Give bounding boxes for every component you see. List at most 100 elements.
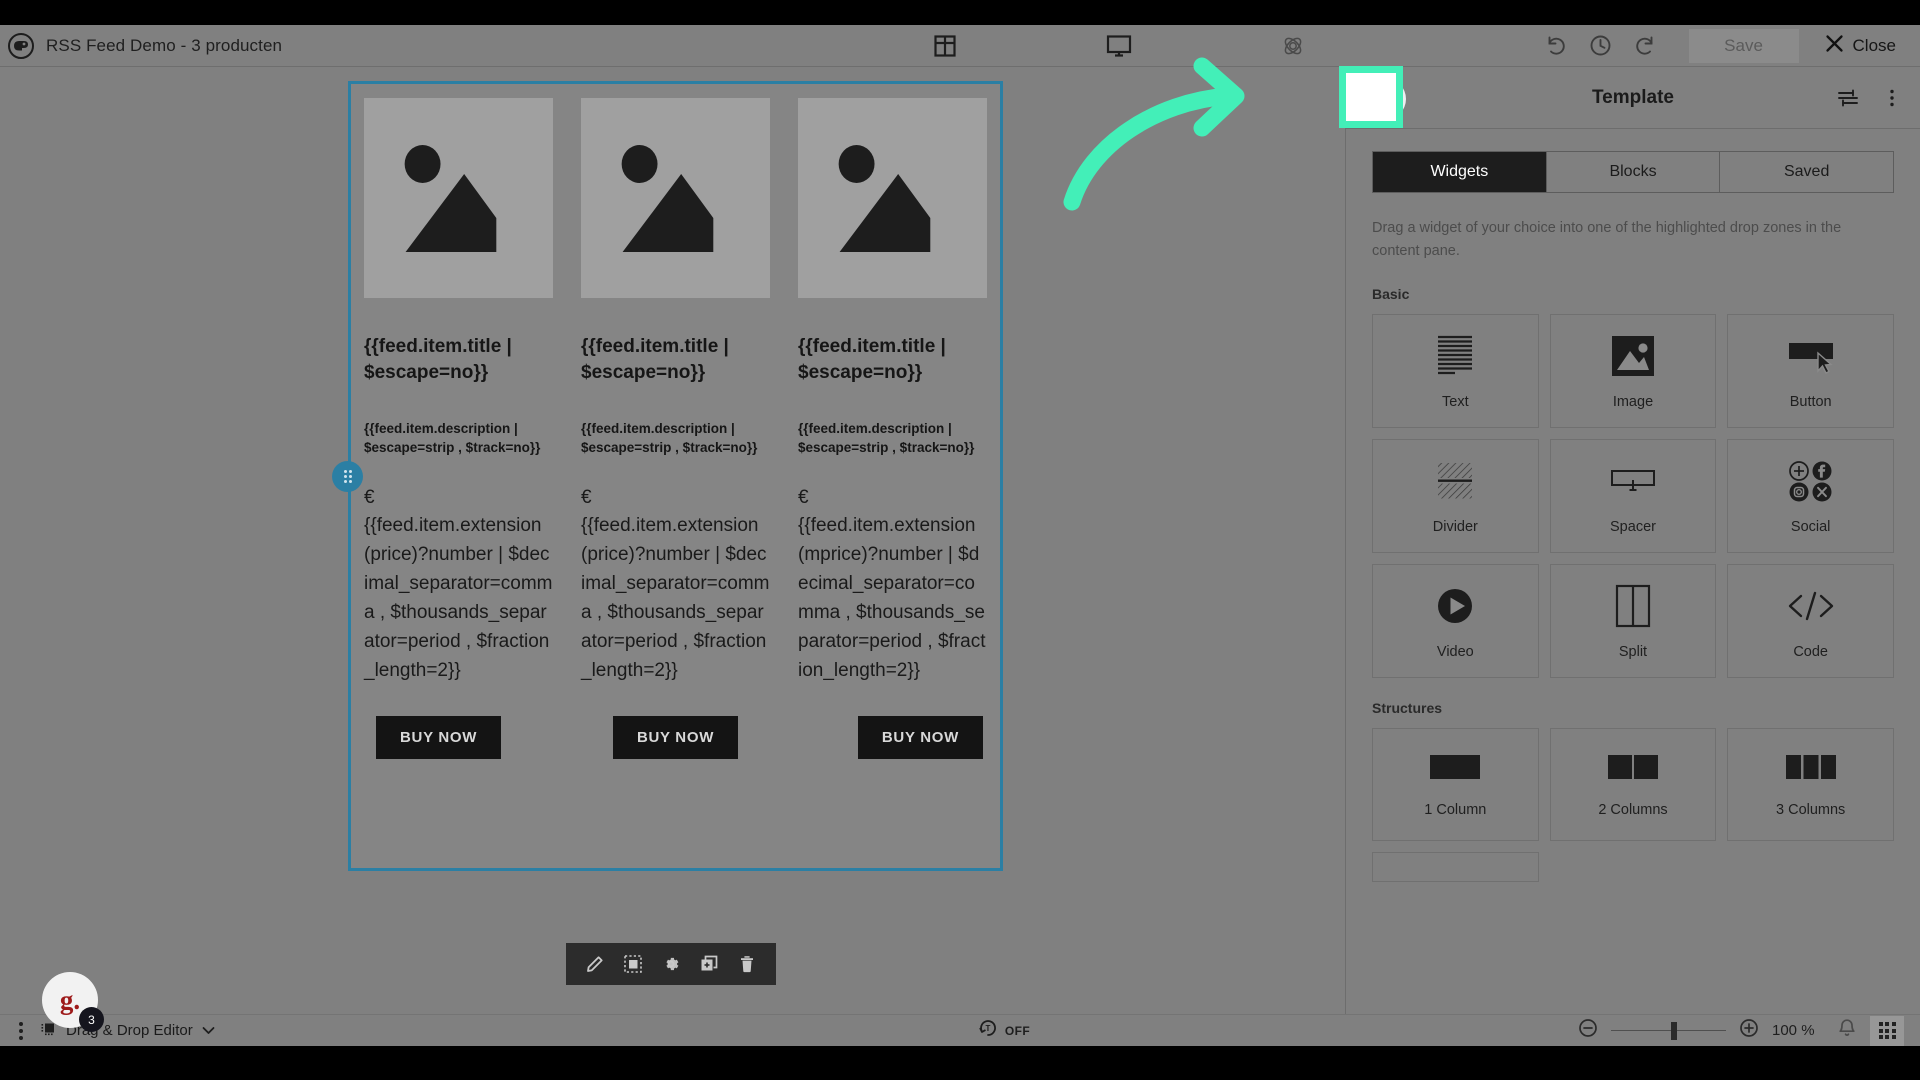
settings-gear-icon[interactable]: [656, 949, 686, 979]
toolbar-right: Save Close: [1539, 28, 1920, 64]
product-card-row: {{feed.item.title | $escape=no}} {{feed.…: [348, 81, 1003, 871]
tracking-toggle-icon[interactable]: T: [978, 1018, 998, 1043]
zoom-out-icon[interactable]: [1578, 1018, 1598, 1043]
zoom-in-icon[interactable]: [1739, 1018, 1759, 1043]
structure-next-row-partial[interactable]: [1372, 851, 1539, 882]
tab-saved[interactable]: Saved: [1720, 152, 1893, 192]
block-drag-handle[interactable]: [332, 461, 363, 492]
card-price[interactable]: € {{feed.item.extension(price)?number | …: [364, 484, 553, 686]
bottom-status-bar: Drag & Drop Editor T OFF 100 %: [0, 1014, 1920, 1046]
drag-dots-icon: [343, 470, 352, 483]
redo-icon[interactable]: [1627, 28, 1663, 64]
toolbar-left: RSS Feed Demo - 3 producten: [0, 32, 700, 59]
section-label-basic: Basic: [1372, 285, 1410, 302]
more-vertical-icon[interactable]: [1880, 86, 1904, 110]
edit-pencil-icon[interactable]: [580, 949, 610, 979]
zoom-slider[interactable]: [1611, 1021, 1726, 1040]
structure-2-columns[interactable]: 2 Columns: [1549, 727, 1717, 841]
bottom-bar-right: 100 %: [1578, 1015, 1920, 1046]
structure-1-column[interactable]: 1 Column: [1372, 727, 1539, 841]
widget-video[interactable]: Video: [1372, 563, 1539, 678]
duplicate-icon[interactable]: [694, 949, 724, 979]
more-vertical-icon[interactable]: [16, 1019, 26, 1043]
code-brackets-icon: [1785, 582, 1837, 630]
selected-block-wrapper[interactable]: {{feed.item.title | $escape=no}} {{feed.…: [332, 81, 1003, 871]
widget-code[interactable]: Code: [1727, 563, 1894, 678]
card-title[interactable]: {{feed.item.title | $escape=no}}: [798, 334, 987, 385]
svg-text:T: T: [985, 1024, 990, 1033]
sidebar-body: Widgets Blocks Saved Drag a widget of yo…: [1346, 129, 1920, 882]
card-description[interactable]: {{feed.item.description | $escape=strip …: [581, 419, 770, 457]
card-price[interactable]: € {{feed.item.extension(price)?number | …: [581, 484, 770, 686]
letterbox-bottom: [0, 1046, 1920, 1080]
widget-label: Social: [1790, 518, 1831, 535]
two-columns-icon: [1606, 750, 1660, 784]
widget-label: Text: [1442, 393, 1469, 410]
chevron-down-icon: [202, 1022, 215, 1040]
delete-trash-icon[interactable]: [732, 949, 762, 979]
social-icons-icon: [1785, 457, 1837, 505]
card-title[interactable]: {{feed.item.title | $escape=no}}: [364, 334, 553, 385]
sidebar-tabs: Widgets Blocks Saved: [1372, 151, 1894, 193]
structure-label: 3 Columns: [1776, 802, 1846, 819]
widget-label: Image: [1612, 393, 1654, 410]
button-cursor-icon: [1785, 332, 1837, 380]
card-image-placeholder[interactable]: [798, 98, 987, 298]
product-card[interactable]: {{feed.item.title | $escape=no}} {{feed.…: [798, 98, 987, 871]
card-description[interactable]: {{feed.item.description | $escape=strip …: [798, 419, 987, 457]
top-toolbar: RSS Feed Demo - 3 producten Save Close: [0, 25, 1920, 67]
content-canvas[interactable]: {{feed.item.title | $escape=no}} {{feed.…: [0, 67, 1345, 1014]
sidebar-header: Template: [1346, 67, 1920, 129]
desktop-preview-icon[interactable]: [1102, 29, 1136, 63]
sidebar-back-button[interactable]: [1364, 78, 1406, 120]
product-card[interactable]: {{feed.item.title | $escape=no}} {{feed.…: [581, 98, 770, 871]
history-clock-icon[interactable]: [1583, 28, 1619, 64]
structure-label: 1 Column: [1424, 802, 1487, 819]
widget-text[interactable]: Text: [1372, 313, 1539, 428]
buy-now-button[interactable]: BUY NOW: [376, 715, 502, 759]
product-card[interactable]: {{feed.item.title | $escape=no}} {{feed.…: [364, 98, 553, 871]
widget-label: Split: [1618, 643, 1648, 660]
apps-grid-button[interactable]: [1870, 1015, 1904, 1046]
close-label: Close: [1852, 35, 1896, 55]
select-block-icon[interactable]: [618, 949, 648, 979]
widget-label: Video: [1436, 643, 1474, 660]
bottom-bar-center: T OFF: [430, 1018, 1578, 1043]
tab-widgets[interactable]: Widgets: [1373, 152, 1547, 192]
zoom-slider-thumb[interactable]: [1670, 1021, 1677, 1040]
widget-label: Code: [1793, 643, 1828, 660]
undo-icon[interactable]: [1539, 28, 1575, 64]
atom-settings-icon[interactable]: [1276, 29, 1310, 63]
video-play-icon: [1433, 582, 1477, 630]
buy-now-button[interactable]: BUY NOW: [612, 715, 739, 759]
card-title[interactable]: {{feed.item.title | $escape=no}}: [581, 334, 770, 385]
sidebar-title: Template: [1591, 86, 1674, 108]
close-button[interactable]: Close: [1817, 34, 1904, 58]
notification-bell-icon[interactable]: [1837, 1018, 1857, 1044]
structure-grid: 1 Column 2 Columns 3 Columns: [1372, 727, 1894, 882]
card-price[interactable]: € {{feed.item.extension(mprice)?number |…: [798, 484, 987, 686]
widget-social[interactable]: Social: [1727, 438, 1894, 553]
buy-now-button[interactable]: BUY NOW: [857, 715, 983, 759]
widget-button[interactable]: Button: [1727, 313, 1894, 428]
widget-spacer[interactable]: Spacer: [1549, 438, 1717, 553]
structure-label: 2 Columns: [1598, 802, 1668, 819]
widget-divider[interactable]: Divider: [1372, 438, 1539, 553]
user-avatar-wrapper: g. 3: [42, 972, 104, 1032]
widget-image[interactable]: Image: [1549, 313, 1717, 428]
widget-grid: Text Image Button Divider Spacer Social …: [1372, 313, 1894, 678]
structure-3-columns[interactable]: 3 Columns: [1727, 727, 1894, 841]
widget-label: Spacer: [1610, 518, 1656, 535]
widget-split[interactable]: Split: [1549, 563, 1717, 678]
rss-chameleon-logo-icon: [8, 32, 34, 59]
tab-blocks[interactable]: Blocks: [1547, 152, 1721, 192]
card-image-placeholder[interactable]: [581, 98, 770, 298]
card-description[interactable]: {{feed.item.description | $escape=strip …: [364, 419, 553, 457]
card-image-placeholder[interactable]: [364, 98, 553, 298]
save-button[interactable]: Save: [1688, 28, 1799, 63]
sliders-settings-icon[interactable]: [1836, 86, 1860, 110]
close-icon: [1825, 34, 1844, 58]
layout-grid-icon[interactable]: [928, 29, 962, 63]
template-sidebar: Template Widgets Blocks Saved Drag a wid…: [1345, 67, 1920, 1014]
three-columns-icon: [1784, 750, 1838, 784]
